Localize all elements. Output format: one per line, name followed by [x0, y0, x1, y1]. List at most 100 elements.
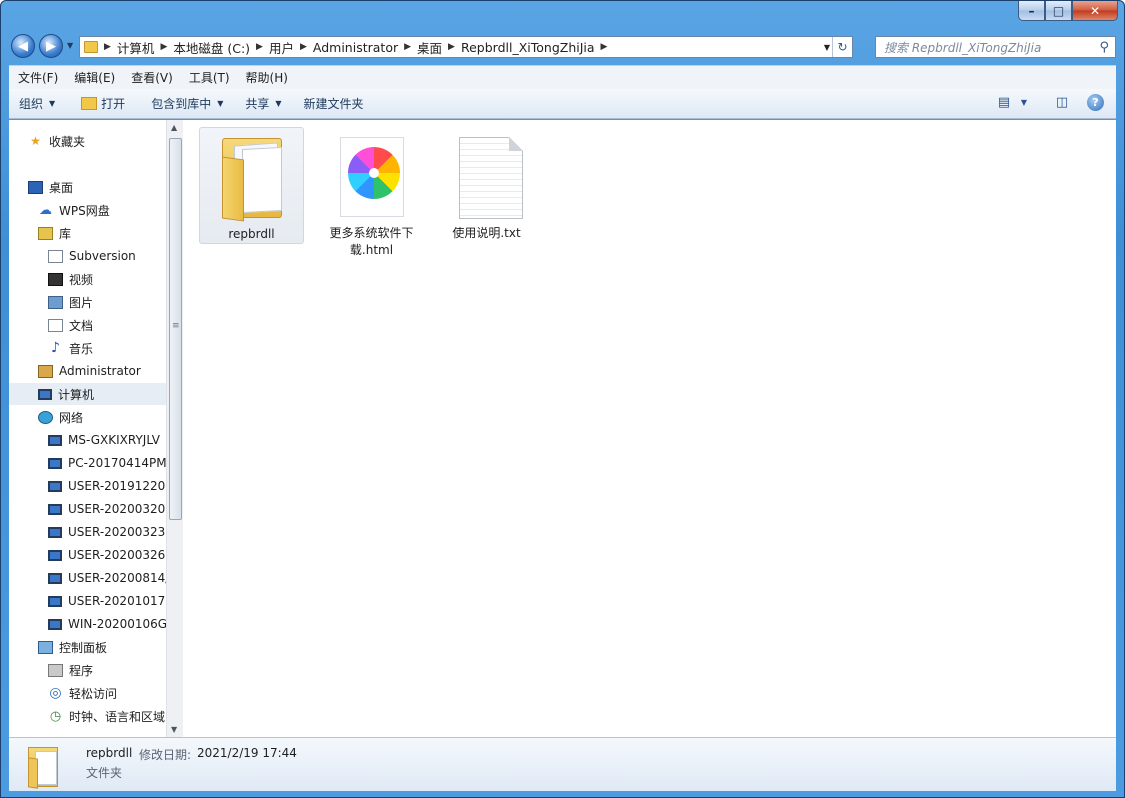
sidebar-item-network-computer[interactable]: PC-20170414PM [9, 452, 166, 474]
scroll-up-arrow-icon[interactable]: ▲ [171, 123, 177, 132]
recent-pages-dropdown[interactable]: ▼ [67, 41, 73, 50]
sidebar-item-label: USER-20200320( [68, 502, 166, 516]
sidebar-item-pictures[interactable]: 图片 [9, 291, 166, 313]
explorer-body: ★ 收藏夹 桌面 ☁ WPS网盘 库 Subversion 视频 图片 文档 ♪ 音乐… [9, 120, 1116, 737]
chevron-right-icon[interactable]: ▶ [256, 42, 263, 52]
address-history-dropdown[interactable]: ▼ [824, 43, 830, 52]
menu-bar: 文件(F) 编辑(E) 查看(V) 工具(T) 帮助(H) [9, 65, 1116, 89]
share-button[interactable]: 共享 ▼ [237, 92, 289, 116]
search-input[interactable]: 搜索 Repbrdll_XiTongZhiJia ⚲ [875, 36, 1116, 58]
file-item-txt[interactable]: 使用说明.txt [434, 127, 539, 242]
forward-button[interactable]: ▶ [39, 34, 63, 58]
sidebar-item-network-computer[interactable]: USER-20200320( [9, 498, 166, 520]
breadcrumb-administrator[interactable]: Administrator [313, 40, 398, 55]
menu-help[interactable]: 帮助(H) [246, 69, 288, 86]
explorer-window: – □ ✕ ◀ ▶ ▼ ▶ 计算机 ▶ 本地磁盘 (C:) ▶ 用户 ▶ Adm… [0, 0, 1125, 798]
breadcrumb-local-disk[interactable]: 本地磁盘 (C:) [173, 38, 250, 57]
sidebar-item-clock-language[interactable]: ◷ 时钟、语言和区域 [9, 705, 166, 727]
open-button[interactable]: 打开 [73, 92, 133, 116]
share-label: 共享 [245, 97, 270, 111]
menu-edit[interactable]: 编辑(E) [74, 69, 115, 86]
chevron-right-icon[interactable]: ▶ [404, 42, 411, 52]
new-folder-label: 新建文件夹 [303, 97, 364, 111]
address-folder-icon [84, 41, 98, 53]
pictures-library-icon [48, 295, 63, 309]
sidebar-item-favorites[interactable]: ★ 收藏夹 [9, 130, 166, 152]
file-name: repbrdll [228, 227, 275, 241]
details-pane: repbrdll 修改日期: 2021/2/19 17:44 文件夹 [9, 737, 1116, 791]
minimize-button[interactable]: – [1018, 1, 1045, 21]
sidebar-item-network-computer[interactable]: USER-20200814/ [9, 567, 166, 589]
network-computer-icon [48, 526, 62, 538]
details-name: repbrdll [86, 746, 133, 760]
sidebar-item-network[interactable]: 网络 [9, 406, 166, 428]
sidebar-item-network-computer[interactable]: USER-20200323' [9, 521, 166, 543]
navigation-scrollbar[interactable]: ▲ ≡ ▼ [166, 120, 183, 737]
chevron-down-icon[interactable]: ▼ [1015, 93, 1033, 111]
maximize-button[interactable]: □ [1045, 1, 1072, 21]
sidebar-item-administrator[interactable]: Administrator [9, 360, 166, 382]
sidebar-item-label: 计算机 [58, 387, 95, 402]
breadcrumb-users[interactable]: 用户 [269, 38, 294, 57]
close-button[interactable]: ✕ [1072, 1, 1118, 21]
network-computer-icon [48, 480, 62, 492]
breadcrumb-desktop[interactable]: 桌面 [417, 38, 442, 57]
sidebar-item-network-computer[interactable]: WIN-20200106G [9, 613, 166, 635]
search-icon[interactable]: ⚲ [1099, 40, 1109, 55]
sidebar-item-label: WPS网盘 [59, 203, 110, 218]
chevron-right-icon[interactable]: ▶ [300, 42, 307, 52]
video-library-icon [48, 272, 63, 286]
sidebar-item-ease-of-access[interactable]: ◎ 轻松访问 [9, 682, 166, 704]
file-item-html[interactable]: 更多系统软件下载.html [319, 127, 424, 259]
sidebar-item-programs[interactable]: 程序 [9, 659, 166, 681]
include-in-library-button[interactable]: 包含到库中 ▼ [143, 92, 231, 116]
sidebar-item-network-computer[interactable]: USER-20200326' [9, 544, 166, 566]
file-item-folder[interactable]: repbrdll [199, 127, 304, 244]
breadcrumb-current-folder[interactable]: Repbrdll_XiTongZhiJia [461, 40, 595, 55]
chevron-right-icon[interactable]: ▶ [104, 42, 111, 52]
sidebar-item-control-panel[interactable]: 控制面板 [9, 636, 166, 658]
ease-of-access-icon: ◎ [49, 685, 62, 701]
network-computer-icon [48, 503, 62, 515]
chevron-right-icon[interactable]: ▶ [448, 42, 455, 52]
sidebar-item-computer[interactable]: 计算机 [9, 383, 166, 405]
programs-icon [48, 663, 63, 677]
music-library-icon: ♪ [51, 340, 60, 356]
library-icon [38, 226, 53, 240]
sidebar-item-documents[interactable]: 文档 [9, 314, 166, 336]
help-icon[interactable]: ? [1087, 93, 1104, 111]
menu-file[interactable]: 文件(F) [18, 69, 58, 86]
sidebar-item-subversion[interactable]: Subversion [9, 245, 166, 267]
scroll-down-arrow-icon[interactable]: ▼ [171, 725, 177, 734]
folder-icon [212, 130, 292, 222]
back-button[interactable]: ◀ [11, 34, 35, 58]
sidebar-item-network-computer[interactable]: USER-20191220I [9, 475, 166, 497]
organize-label: 组织 [19, 97, 44, 111]
subversion-library-icon [48, 249, 63, 263]
menu-view[interactable]: 查看(V) [131, 69, 173, 86]
html-browser-icon [332, 129, 412, 221]
sidebar-item-videos[interactable]: 视频 [9, 268, 166, 290]
refresh-button[interactable]: ↻ [832, 37, 852, 57]
sidebar-item-desktop[interactable]: 桌面 [9, 176, 166, 198]
sidebar-item-label: 时钟、语言和区域 [69, 709, 166, 724]
toolbar-right: ▤ ▼ ◫ ? [983, 93, 1104, 111]
sidebar-item-library[interactable]: 库 [9, 222, 166, 244]
chevron-right-icon[interactable]: ▶ [160, 42, 167, 52]
sidebar-item-label: USER-20200323' [68, 525, 166, 539]
sidebar-item-music[interactable]: ♪ 音乐 [9, 337, 166, 359]
organize-button[interactable]: 组织 ▼ [11, 92, 63, 116]
wps-cloud-icon: ☁ [39, 202, 52, 218]
new-folder-button[interactable]: 新建文件夹 [296, 92, 372, 116]
breadcrumb-computer[interactable]: 计算机 [117, 38, 155, 57]
address-bar[interactable]: ▶ 计算机 ▶ 本地磁盘 (C:) ▶ 用户 ▶ Administrator ▶… [79, 36, 853, 58]
text-file-icon [447, 129, 527, 221]
sidebar-item-label: WIN-20200106G [68, 617, 166, 631]
sidebar-item-network-computer[interactable]: MS-GXKIXRYJLV [9, 429, 166, 451]
sidebar-item-wps-cloud[interactable]: ☁ WPS网盘 [9, 199, 166, 221]
menu-tools[interactable]: 工具(T) [189, 69, 230, 86]
sidebar-item-network-computer[interactable]: USER-20201017I [9, 590, 166, 612]
change-view-icon[interactable]: ▤ [995, 93, 1013, 111]
preview-pane-icon[interactable]: ◫ [1053, 93, 1071, 111]
chevron-right-icon[interactable]: ▶ [601, 42, 608, 52]
